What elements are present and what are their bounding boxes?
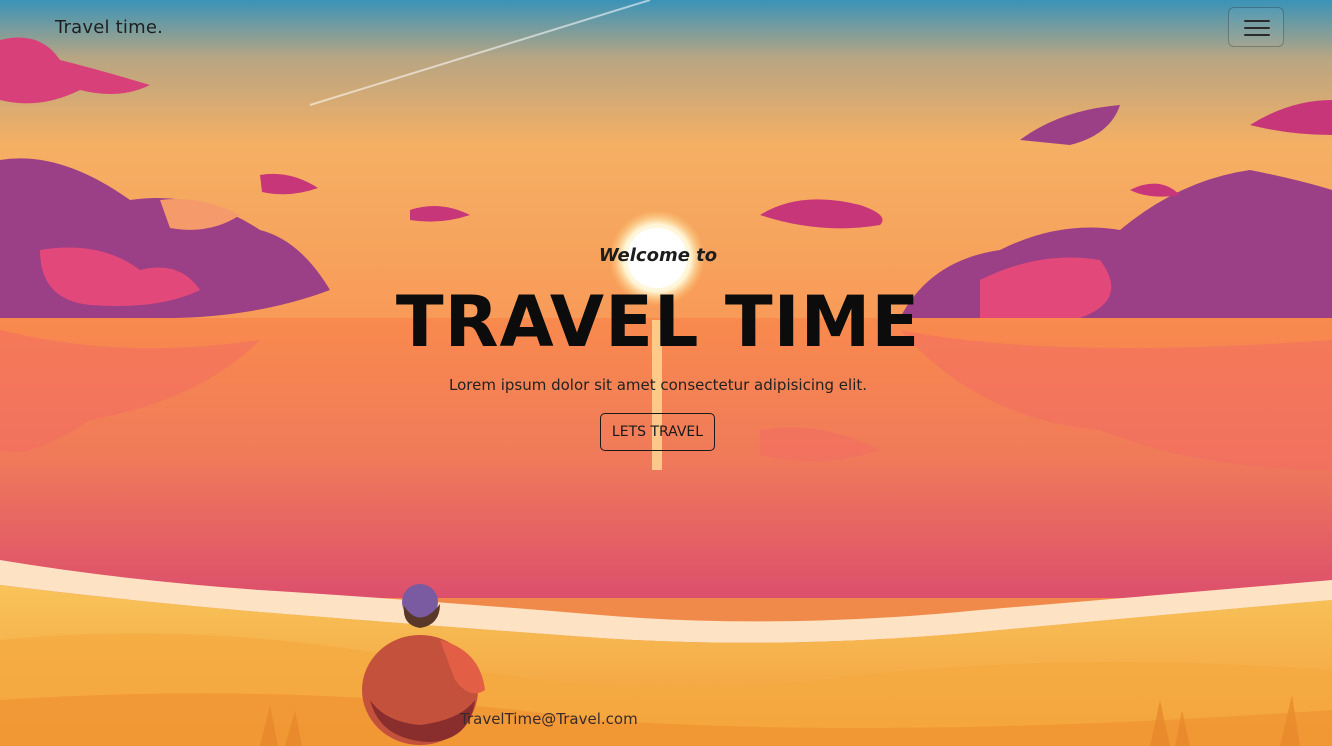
navbar-toggle-button[interactable] [1228,7,1284,47]
hero-section: Welcome to TRAVEL TIME Lorem ipsum dolor… [0,0,1332,746]
hero-welcome: Welcome to [598,245,718,266]
hero-title: TRAVEL TIME [395,281,921,363]
brand-logo-text[interactable]: Travel time. [55,17,163,38]
footer-email-link[interactable]: TravelTime@Travel.com [460,710,638,728]
lets-travel-button[interactable]: LETS TRAVEL [600,413,715,451]
hero-subtitle: Lorem ipsum dolor sit amet consectetur a… [448,376,868,394]
navbar: Travel time. [0,0,1332,56]
